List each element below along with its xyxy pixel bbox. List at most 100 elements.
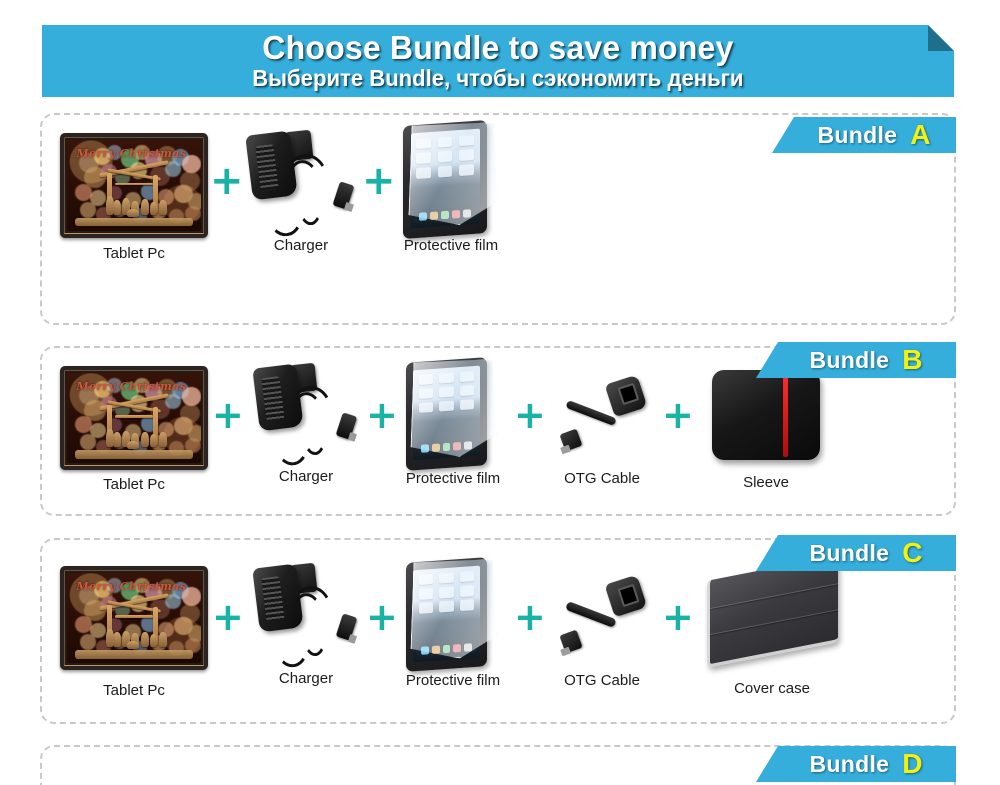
bundle-item-art [252, 362, 358, 470]
bundle-tag-a[interactable]: Bundle A [772, 117, 956, 153]
plus-icon: + [662, 393, 694, 437]
bundle-item-label: Charger [278, 670, 334, 687]
bundle-tag-b-label: Bundle [809, 346, 890, 373]
otg-cable-device [559, 372, 647, 456]
bundle-item-label: Protective film [405, 672, 501, 689]
plus-icon: + [514, 595, 546, 639]
bundle-item[interactable] [252, 362, 358, 470]
bundle-item[interactable] [397, 121, 505, 240]
bundle-item[interactable]: Merry Christmas [60, 366, 208, 470]
bundle-tag-b[interactable]: Bundle B [756, 342, 956, 378]
nativity-figure [105, 196, 114, 215]
charger-plug-tip [347, 633, 357, 644]
plus-icon: + [514, 393, 546, 437]
plus-icon: + [366, 595, 398, 639]
otg-micro-usb-tip [559, 646, 571, 656]
bundle-item-art: Merry Christmas [60, 366, 208, 470]
bundle-tag-d[interactable]: Bundle D [756, 746, 956, 782]
header-banner: Choose Bundle to save money Выберите Bun… [42, 25, 954, 97]
otg-micro-usb-tip [559, 444, 571, 455]
bundle-item-label: OTG Cable [564, 470, 640, 487]
charger-device [245, 129, 355, 241]
plus-icon: + [662, 595, 694, 639]
bundle-item[interactable] [400, 358, 504, 471]
bundle-item[interactable] [558, 572, 647, 658]
bundle-item-art: Merry Christmas [60, 566, 208, 670]
bundle-item[interactable] [245, 129, 355, 241]
bundle-tag-c-label: Bundle [809, 539, 890, 566]
otg-wire [565, 399, 617, 427]
cover-case-body [706, 555, 838, 669]
bundle-item[interactable] [252, 562, 358, 672]
plus-icon: + [366, 393, 398, 437]
merry-christmas-text: Merry Christmas [76, 580, 187, 594]
nativity-figure [127, 641, 140, 650]
bundle-tag-c[interactable]: Bundle C [756, 535, 956, 571]
bundle-item-art [245, 129, 355, 241]
charger-plug-tip [347, 432, 357, 442]
promo-page: Choose Bundle to save money Выберите Bun… [0, 0, 1000, 785]
nativity-figure [150, 434, 158, 447]
sleeve-elastic-band [783, 372, 789, 458]
stable-ground [75, 218, 193, 227]
bundle-item-art [559, 372, 647, 456]
tablet-device: Merry Christmas [60, 366, 208, 470]
bundle-item-label: Cover case [734, 680, 810, 697]
cover-case-device [704, 555, 840, 669]
protective-film-assembly [400, 358, 504, 471]
plus-icon: + [362, 158, 396, 204]
bundle-item[interactable] [559, 372, 647, 456]
banner-title-ru: Выберите Bundle, чтобы сэкономить деньги [252, 65, 744, 91]
stable-beam [115, 615, 153, 618]
bundle-tag-d-label: Bundle [809, 750, 890, 777]
plus-icon: + [210, 158, 244, 204]
plus-icon: + [212, 595, 244, 639]
bokeh-light [80, 634, 97, 650]
nativity-figure [127, 209, 140, 218]
nativity-figure [140, 631, 149, 647]
bundle-item-label: OTG Cable [564, 672, 640, 689]
bundle-item-label: Protective film [405, 470, 501, 487]
banner-text-block: Choose Bundle to save money Выберите Bun… [42, 25, 954, 97]
bundle-item-art [397, 121, 505, 240]
nativity-figure [159, 432, 168, 447]
bundle-item[interactable] [400, 558, 504, 673]
bundle-item[interactable]: Merry Christmas [60, 133, 208, 238]
merry-christmas-text: Merry Christmas [76, 380, 187, 394]
bundle-item[interactable] [704, 555, 840, 669]
bundle-tag-b-letter: B [902, 344, 923, 375]
banner-title-en: Choose Bundle to save money [262, 28, 734, 66]
tablet-device: Merry Christmas [60, 133, 208, 238]
bokeh-light [80, 201, 97, 218]
sleeve-body [711, 370, 821, 460]
nativity-figure [150, 201, 158, 215]
tablet-screen: Merry Christmas [67, 373, 201, 463]
charger-plug-tip [344, 201, 354, 212]
plus-icon: + [212, 393, 244, 437]
bundle-item-art [252, 562, 358, 672]
charger-device [252, 362, 358, 470]
bundle-item[interactable]: Merry Christmas [60, 566, 208, 670]
bundle-item-label: Charger [273, 237, 329, 254]
sleeve-case [707, 364, 825, 466]
bundle-item-art: Merry Christmas [60, 133, 208, 238]
bundle-item-art [704, 555, 840, 669]
protective-film-assembly [400, 558, 504, 673]
bundle-item-art [400, 558, 504, 673]
tablet-device: Merry Christmas [60, 566, 208, 670]
nativity-figure [159, 632, 168, 647]
nativity-figure [140, 199, 149, 215]
bundle-item-label: Tablet Pc [103, 476, 165, 493]
nativity-figure [105, 428, 114, 447]
bundle-item[interactable] [707, 364, 825, 466]
bundle-item-label: Charger [278, 468, 334, 485]
bokeh-light [80, 434, 97, 450]
merry-christmas-text: Merry Christmas [76, 147, 187, 161]
bundle-tag-c-letter: C [902, 537, 923, 568]
tablet-screen: Merry Christmas [67, 573, 201, 663]
bundle-item-art [400, 358, 504, 471]
nativity-figure [127, 441, 140, 450]
stable-ground [75, 650, 193, 659]
charger-device [252, 562, 358, 672]
bundle-item-label: Protective film [403, 237, 499, 254]
